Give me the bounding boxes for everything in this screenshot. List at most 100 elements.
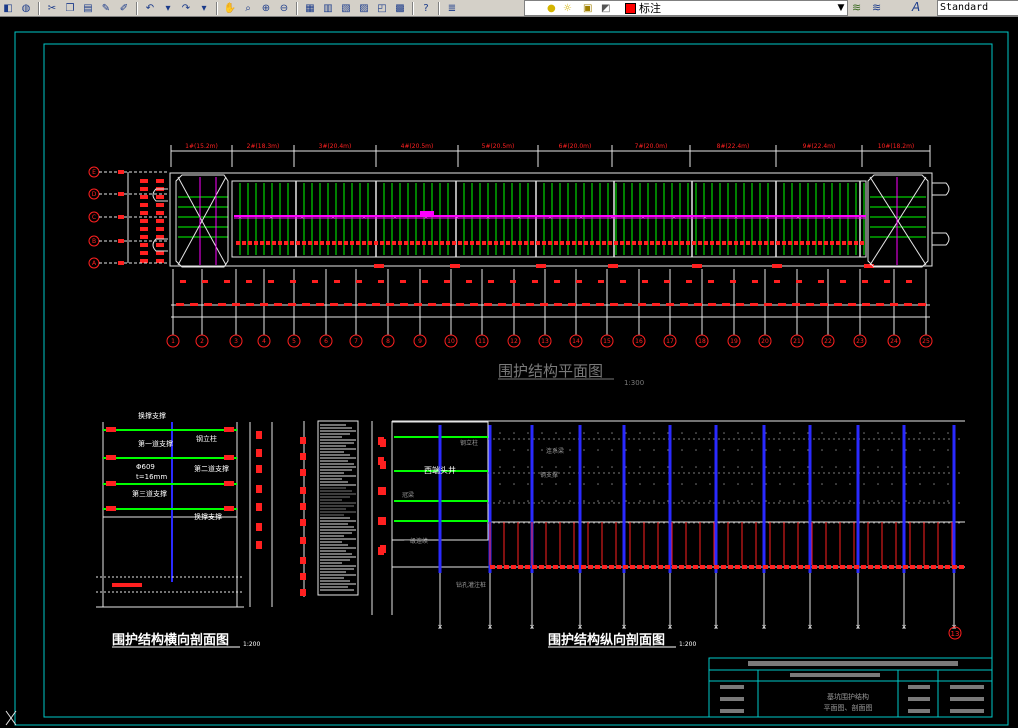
undo-icon[interactable]: ↶ — [142, 1, 158, 15]
zoom-window-icon[interactable]: ⊕ — [258, 1, 274, 15]
sun-icon[interactable]: ☼ — [563, 3, 572, 14]
text-style-dropdown[interactable]: Standard — [937, 0, 1018, 16]
title-cell — [950, 697, 984, 701]
plan-bottom-dimensions — [171, 269, 930, 335]
cad-drawing-canvas[interactable]: 1#(15.2m) 2#(18.3m) 3#(20.4m) 4#(20.5m) 5#(2… — [0, 17, 1018, 728]
pile-mark — [290, 241, 294, 245]
pile-mark — [842, 241, 846, 245]
dim-mark — [666, 303, 674, 306]
pile-mark — [692, 264, 702, 268]
copy-icon[interactable]: ❐ — [62, 1, 78, 15]
pile-mark — [140, 243, 148, 247]
pile-mark — [140, 203, 148, 207]
dim-mark — [380, 439, 386, 447]
design-center-icon[interactable]: ▥ — [320, 1, 336, 15]
dim-mark — [256, 465, 262, 473]
plan-dimension-line: 1#(15.2m) 2#(18.3m) 3#(20.4m) 4#(20.5m) 5#(2… — [170, 143, 931, 167]
hatch-dot — [779, 483, 781, 485]
dropdown-arrow-icon[interactable]: ▾ — [196, 1, 212, 15]
dim-mark — [862, 303, 870, 306]
toolbar-separator — [296, 1, 298, 15]
pile-mark — [650, 241, 654, 245]
dim-mark — [694, 303, 702, 306]
hatch-dot — [611, 466, 613, 468]
toolbar-separator — [412, 1, 414, 15]
match-properties-icon[interactable]: ✎ — [98, 1, 114, 15]
hatch-dot — [639, 432, 641, 434]
help-icon[interactable]: ? — [418, 1, 434, 15]
brush-icon[interactable]: ✐ — [116, 1, 132, 15]
pan-icon[interactable]: ✋ — [222, 1, 238, 15]
pile-mark — [833, 565, 838, 569]
dropdown-arrow-icon[interactable]: ▾ — [160, 1, 176, 15]
calculator-icon[interactable]: ▩ — [392, 1, 408, 15]
pile-mark — [608, 264, 618, 268]
hatch-dot — [527, 483, 529, 485]
hatch-dot — [751, 500, 753, 502]
pile-mark — [525, 565, 530, 569]
markup-icon[interactable]: ◰ — [374, 1, 390, 15]
hatch-dot — [863, 449, 865, 451]
pile-mark — [812, 565, 817, 569]
dim-mark — [532, 280, 538, 283]
pile-mark — [548, 241, 552, 245]
dim-mark — [752, 280, 758, 283]
hatch-dot — [513, 483, 515, 485]
dim-mark — [380, 487, 386, 495]
pile-mark — [140, 219, 148, 223]
layer-manager-icon[interactable]: ≣ — [444, 1, 460, 15]
dim-mark — [840, 280, 846, 283]
pile-mark — [938, 565, 943, 569]
pile-tip-mark: × — [855, 623, 861, 631]
marker — [420, 211, 434, 216]
hatch-dot — [751, 449, 753, 451]
dim-mark — [400, 280, 406, 283]
hatch-dot — [863, 500, 865, 502]
hatch-dot — [653, 500, 655, 502]
pile-mark — [620, 241, 624, 245]
hatch-dot — [947, 466, 949, 468]
bulb-icon[interactable]: ● — [547, 3, 556, 14]
hatch-dot — [695, 500, 697, 502]
globe-icon[interactable]: ◍ — [18, 1, 34, 15]
hatch-dot — [569, 432, 571, 434]
pile-mark — [578, 241, 582, 245]
cross-section-view: 换撑支撑 第一道支撑 钢立柱 Φ609 t=16mm 第二道支撑 第三道支撑 换… — [96, 411, 273, 608]
pile-mark — [266, 241, 270, 245]
dim-mark — [246, 303, 254, 306]
soil-mark — [300, 557, 306, 564]
tool-palette-icon[interactable]: ▧ — [338, 1, 354, 15]
make-current-layer-icon[interactable]: ≋ — [852, 1, 861, 14]
pile-mark — [616, 565, 621, 569]
pile-mark — [574, 565, 579, 569]
redo-icon[interactable]: ↷ — [178, 1, 194, 15]
zoom-previous-icon[interactable]: ⊖ — [276, 1, 292, 15]
sheet-set-icon[interactable]: ▨ — [356, 1, 372, 15]
cut-icon[interactable]: ✂ — [44, 1, 60, 15]
zoom-realtime-icon[interactable]: ⌕ — [240, 1, 256, 15]
pile-mark — [374, 264, 384, 268]
layer-dropdown[interactable]: ● ☼ ▣ ◩ 标注 ▼ — [524, 0, 848, 16]
pile-mark — [500, 241, 504, 245]
pile-mark — [644, 241, 648, 245]
hatch-dot — [541, 449, 543, 451]
measure-icon[interactable]: ◧ — [0, 1, 16, 15]
lock-icon[interactable]: ▣ — [583, 3, 592, 14]
text-style-icon[interactable]: A — [912, 0, 920, 14]
hatch-dot — [919, 466, 921, 468]
dim-mark — [620, 280, 626, 283]
hatch-dot — [947, 500, 949, 502]
pile-mark — [320, 241, 324, 245]
hatch-dot — [569, 466, 571, 468]
paste-icon[interactable]: ▤ — [80, 1, 96, 15]
hatch-dot — [863, 483, 865, 485]
hatch-dot — [639, 483, 641, 485]
chevron-down-icon[interactable]: ▼ — [835, 3, 847, 13]
pile-mark — [567, 565, 572, 569]
properties-icon[interactable]: ▦ — [302, 1, 318, 15]
pile-mark — [638, 241, 642, 245]
pile-mark — [530, 241, 534, 245]
layer-previous-icon[interactable]: ≋ — [872, 1, 881, 14]
pile-mark — [386, 241, 390, 245]
plot-icon[interactable]: ◩ — [601, 3, 610, 14]
